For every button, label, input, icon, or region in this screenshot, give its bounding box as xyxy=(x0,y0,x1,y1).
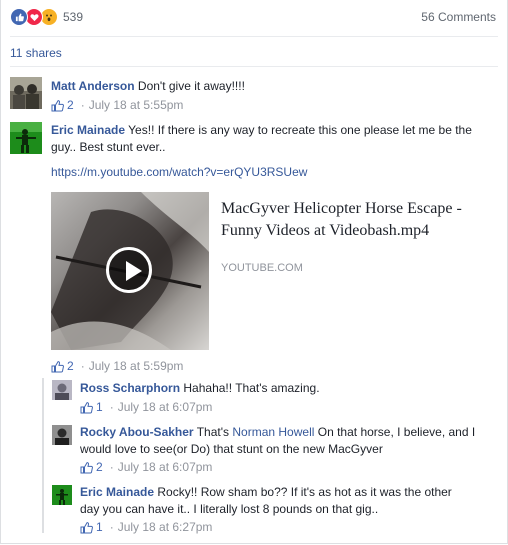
like-icon[interactable] xyxy=(80,521,93,534)
shares-count[interactable]: 11 shares xyxy=(10,46,62,60)
link-title[interactable]: MacGyver Helicopter Horse Escape - Funny… xyxy=(221,198,481,242)
reply-text: Hahaha!! That's amazing. xyxy=(183,381,320,395)
reply-text-prefix: That's xyxy=(196,425,230,439)
like-count[interactable]: 2 xyxy=(96,460,103,474)
reply-body: Eric Mainade Rocky!! Row sham bo?? If it… xyxy=(80,484,465,518)
reply-meta: 2 · July 18 at 6:07pm xyxy=(80,460,212,474)
reply-body: Ross Scharphorn Hahaha!! That's amazing. xyxy=(80,380,490,397)
comment-body: Eric Mainade Yes!! If there is any way t… xyxy=(51,122,481,156)
avatar[interactable] xyxy=(52,485,72,505)
avatar[interactable] xyxy=(10,77,42,109)
avatar[interactable] xyxy=(10,122,42,154)
reply-author[interactable]: Rocky Abou-Sakher xyxy=(80,425,194,439)
reply-author[interactable]: Ross Scharphorn xyxy=(80,381,180,395)
link-preview-card[interactable]: MacGyver Helicopter Horse Escape - Funny… xyxy=(51,192,481,350)
comment-author[interactable]: Matt Anderson xyxy=(51,79,135,93)
comment-author[interactable]: Eric Mainade xyxy=(51,123,125,137)
reply-body: Rocky Abou-Sakher That's Norman Howell O… xyxy=(80,424,480,458)
like-icon xyxy=(10,8,28,26)
divider xyxy=(10,36,498,37)
comments-count[interactable]: 56 Comments xyxy=(421,10,496,24)
reactions-summary[interactable]: 539 xyxy=(10,8,83,26)
like-count[interactable]: 2 xyxy=(67,98,74,112)
avatar[interactable] xyxy=(52,425,72,445)
comment-timestamp[interactable]: July 18 at 5:59pm xyxy=(89,359,184,373)
reply-meta: 1 · July 18 at 6:27pm xyxy=(80,520,212,534)
play-icon[interactable] xyxy=(106,247,152,293)
comment-body: Matt Anderson Don't give it away!!!! xyxy=(51,78,491,95)
like-icon[interactable] xyxy=(51,99,64,112)
like-icon[interactable] xyxy=(51,360,64,373)
mention-link[interactable]: Norman Howell xyxy=(232,425,314,439)
like-count[interactable]: 1 xyxy=(96,520,103,534)
like-icon[interactable] xyxy=(80,401,93,414)
reply-timestamp[interactable]: July 18 at 6:27pm xyxy=(118,520,213,534)
reply-thread-line xyxy=(42,378,44,533)
separator-dot: · xyxy=(80,98,85,112)
video-thumbnail[interactable] xyxy=(51,192,209,350)
like-count[interactable]: 2 xyxy=(67,359,74,373)
reaction-count[interactable]: 539 xyxy=(63,10,83,24)
like-icon[interactable] xyxy=(80,461,93,474)
separator-dot: · xyxy=(109,400,114,414)
divider xyxy=(10,66,498,67)
separator-dot: · xyxy=(109,520,114,534)
reply-timestamp[interactable]: July 18 at 6:07pm xyxy=(118,460,213,474)
separator-dot: · xyxy=(80,359,85,373)
shared-link[interactable]: https://m.youtube.com/watch?v=erQYU3RSUe… xyxy=(51,165,307,179)
comment-timestamp[interactable]: July 18 at 5:55pm xyxy=(89,98,184,112)
avatar[interactable] xyxy=(52,380,72,400)
reply-author[interactable]: Eric Mainade xyxy=(80,485,154,499)
comment-text: Don't give it away!!!! xyxy=(137,79,245,93)
like-count[interactable]: 1 xyxy=(96,400,103,414)
comment-meta: 2 · July 18 at 5:59pm xyxy=(51,359,183,373)
link-domain: YOUTUBE.COM xyxy=(221,262,303,274)
reply-timestamp[interactable]: July 18 at 6:07pm xyxy=(118,400,213,414)
comment-meta: 2 · July 18 at 5:55pm xyxy=(51,98,183,112)
separator-dot: · xyxy=(109,460,114,474)
reply-meta: 1 · July 18 at 6:07pm xyxy=(80,400,212,414)
